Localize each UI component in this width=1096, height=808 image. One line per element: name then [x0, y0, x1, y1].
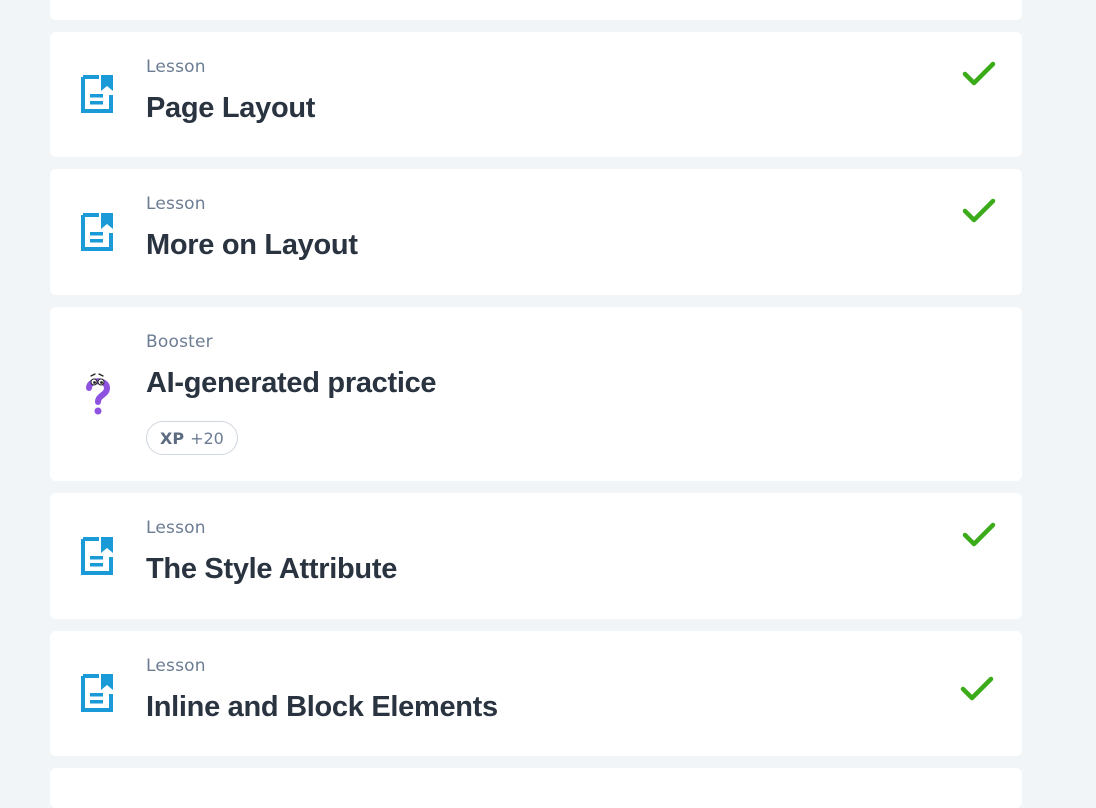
lesson-document-icon	[81, 213, 113, 251]
xp-label: XP	[160, 428, 185, 448]
checkmark-icon	[962, 198, 996, 223]
list-item-partial-top[interactable]	[50, 0, 1022, 20]
item-kind-label: Lesson	[146, 656, 206, 676]
item-title: AI-generated practice	[146, 367, 437, 399]
booster-item-ai-practice[interactable]: Booster AI-generated practice XP +20	[50, 307, 1022, 481]
checkmark-icon	[962, 61, 996, 86]
lesson-document-icon	[81, 674, 113, 712]
list-item-partial-bottom[interactable]	[50, 768, 1022, 808]
item-kind-label: Lesson	[146, 518, 206, 538]
item-title: Page Layout	[146, 92, 316, 124]
checkmark-icon	[962, 522, 996, 547]
lesson-item-page-layout[interactable]: Lesson Page Layout	[50, 32, 1022, 157]
checkmark-icon	[960, 676, 994, 701]
item-kind-label: Booster	[146, 332, 213, 352]
item-title: The Style Attribute	[146, 553, 398, 585]
xp-value: +20	[190, 428, 224, 448]
lesson-item-inline-block[interactable]: Lesson Inline and Block Elements	[50, 631, 1022, 756]
xp-badge: XP +20	[146, 421, 238, 455]
item-title: Inline and Block Elements	[146, 691, 498, 723]
item-title: More on Layout	[146, 229, 358, 261]
lesson-document-icon	[81, 75, 113, 113]
lesson-item-more-on-layout[interactable]: Lesson More on Layout	[50, 169, 1022, 295]
item-kind-label: Lesson	[146, 194, 206, 214]
question-mark-character-icon	[86, 373, 111, 415]
item-kind-label: Lesson	[146, 57, 206, 77]
lesson-item-style-attribute[interactable]: Lesson The Style Attribute	[50, 493, 1022, 619]
lesson-document-icon	[81, 537, 113, 575]
